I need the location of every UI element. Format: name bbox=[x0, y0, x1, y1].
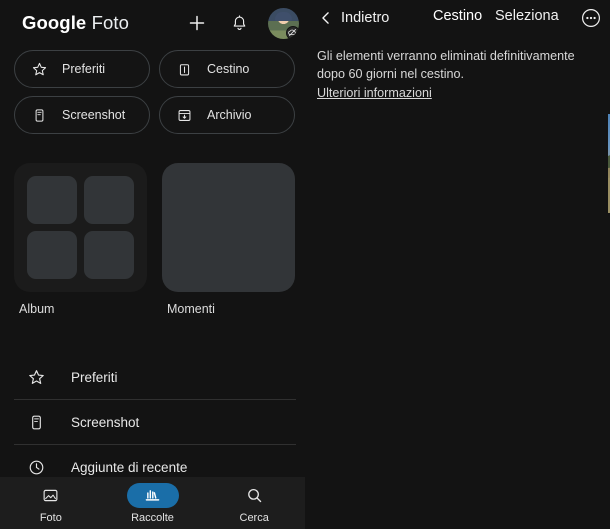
trash-icon bbox=[176, 61, 193, 78]
photo-icon bbox=[41, 486, 60, 505]
right-panel-trash: Indietro Cestino Seleziona Gli elementi … bbox=[305, 0, 610, 529]
brand-foto-text: Foto bbox=[86, 12, 129, 33]
back-label: Indietro bbox=[341, 10, 390, 26]
collections-cards-row: Album Momenti bbox=[0, 163, 305, 316]
card-label: Album bbox=[19, 302, 55, 316]
card-label: Momenti bbox=[167, 302, 215, 316]
search-icon bbox=[245, 486, 264, 505]
list-item-label: Aggiunte di recente bbox=[71, 460, 188, 475]
page-title: Cestino bbox=[433, 8, 483, 24]
list-item-screenshot[interactable]: Screenshot bbox=[0, 400, 305, 445]
trash-retention-notice: Gli elementi verranno eliminati definiti… bbox=[317, 48, 602, 103]
select-button[interactable]: Seleziona bbox=[495, 8, 559, 24]
chip-preferiti[interactable]: Preferiti bbox=[14, 50, 150, 88]
collections-icon bbox=[143, 486, 162, 505]
avatar bbox=[267, 7, 299, 39]
phone-screenshot-icon bbox=[31, 107, 48, 124]
chip-label: Screenshot bbox=[62, 108, 126, 122]
plus-icon bbox=[187, 13, 207, 33]
clock-icon bbox=[27, 458, 46, 477]
add-button[interactable] bbox=[182, 8, 212, 38]
learn-more-link[interactable]: Ulteriori informazioni bbox=[317, 85, 432, 103]
back-button[interactable]: Indietro bbox=[313, 3, 394, 33]
right-app-bar: Indietro Cestino Seleziona bbox=[305, 0, 610, 40]
left-app-bar: Google Foto bbox=[0, 0, 305, 46]
nav-label: Foto bbox=[39, 511, 62, 524]
app-root: Google Foto Preferiti Cestino Screenshot… bbox=[0, 0, 610, 529]
star-outline-icon bbox=[27, 368, 46, 387]
cloud-off-icon bbox=[285, 25, 299, 39]
chip-label: Archivio bbox=[207, 108, 252, 122]
album-grid-icon bbox=[14, 163, 147, 292]
chevron-left-icon bbox=[318, 10, 334, 26]
chip-archivio[interactable]: Archivio bbox=[159, 96, 295, 134]
chip-cestino[interactable]: Cestino bbox=[159, 50, 295, 88]
chip-label: Cestino bbox=[207, 62, 250, 76]
bottom-navigation-bar: Foto Raccolte Cerca bbox=[0, 477, 305, 529]
nav-pill bbox=[228, 483, 280, 508]
star-outline-icon bbox=[31, 61, 48, 78]
list-item-preferiti[interactable]: Preferiti bbox=[0, 355, 305, 400]
notifications-button[interactable] bbox=[224, 8, 254, 38]
nav-item-raccolte[interactable]: Raccolte bbox=[102, 482, 204, 524]
list-item-label: Screenshot bbox=[71, 415, 140, 430]
moments-card-icon bbox=[162, 163, 295, 292]
list-item-label: Preferiti bbox=[71, 370, 118, 385]
card-album[interactable]: Album bbox=[14, 163, 147, 316]
nav-item-cerca[interactable]: Cerca bbox=[203, 483, 305, 524]
collections-list: Preferiti Screenshot Aggiunte di recente bbox=[0, 355, 305, 490]
card-momenti[interactable]: Momenti bbox=[162, 163, 295, 316]
chip-screenshot[interactable]: Screenshot bbox=[14, 96, 150, 134]
account-avatar-button[interactable] bbox=[266, 6, 300, 40]
chip-label: Preferiti bbox=[62, 62, 106, 76]
archive-down-arrow-icon bbox=[176, 107, 193, 124]
phone-screenshot-icon bbox=[27, 413, 46, 432]
nav-label: Cerca bbox=[239, 511, 269, 524]
nav-label: Raccolte bbox=[131, 511, 174, 524]
nav-item-foto[interactable]: Foto bbox=[0, 483, 102, 524]
more-circle-icon bbox=[580, 7, 602, 29]
bell-icon bbox=[230, 14, 249, 33]
app-brand-title: Google Foto bbox=[22, 12, 129, 34]
nav-pill-active bbox=[126, 482, 179, 508]
notice-text: Gli elementi verranno eliminati definiti… bbox=[317, 49, 575, 81]
nav-pill bbox=[25, 483, 77, 508]
brand-google-text: Google bbox=[22, 12, 87, 33]
left-panel-google-photos: Google Foto Preferiti Cestino Screenshot… bbox=[0, 0, 305, 529]
more-options-button[interactable] bbox=[578, 5, 604, 31]
